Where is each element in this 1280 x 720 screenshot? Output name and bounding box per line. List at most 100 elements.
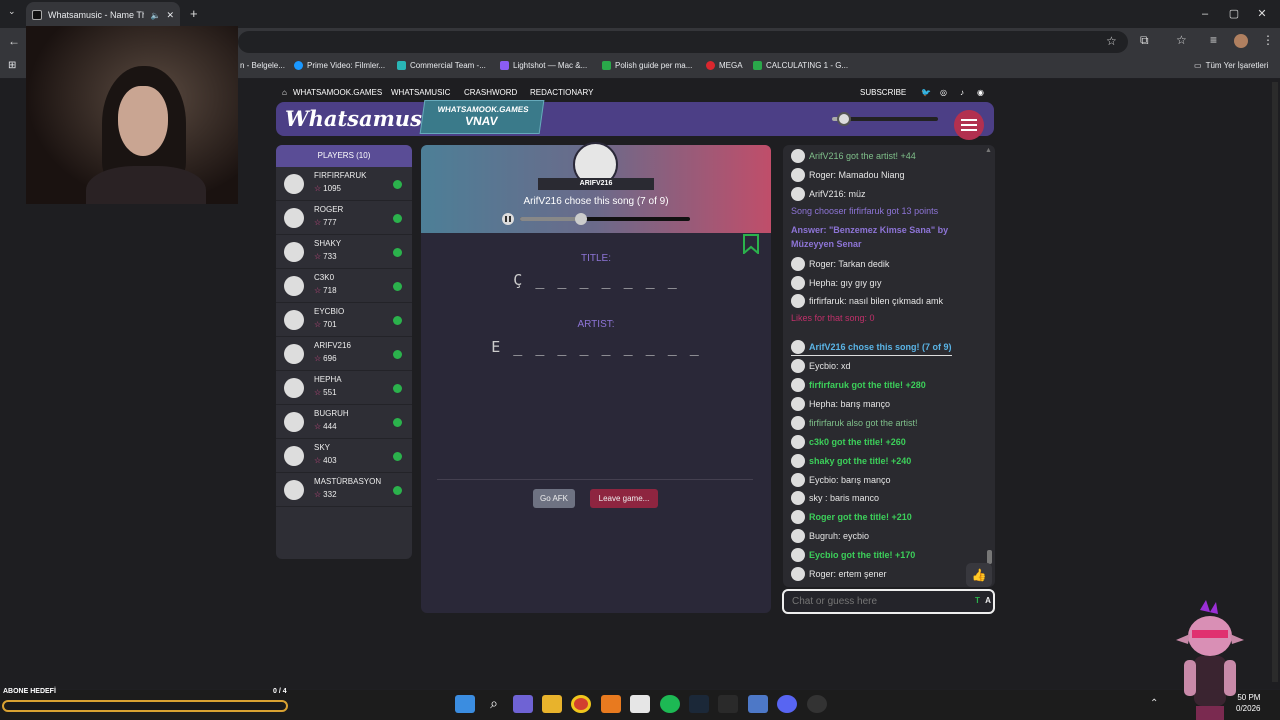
player-row[interactable]: MASTÜRBASYON ☆ 332 <box>276 473 412 507</box>
player-avatar <box>284 480 304 500</box>
chat-message: ArifV216 got the artist! +44 <box>791 149 916 163</box>
epic-games-icon[interactable] <box>718 695 738 713</box>
bookmark-item[interactable]: MEGA <box>706 61 743 70</box>
player-row[interactable]: FIRFIRFARUK ☆ 1095 <box>276 167 412 201</box>
thumbs-up-button[interactable]: 👍 <box>966 563 992 587</box>
maximize-icon[interactable]: ▢ <box>1224 5 1244 23</box>
player-avatar <box>284 412 304 432</box>
minimize-icon[interactable]: – <box>1195 5 1215 23</box>
chat-message: firfirfaruk also got the artist! <box>791 416 918 430</box>
bookmark-item[interactable]: n - Belgele... <box>240 61 285 70</box>
nav-subscribe[interactable]: SUBSCRIBE <box>860 88 906 97</box>
discord-icon[interactable]: ◉ <box>977 88 984 97</box>
bookmark-item[interactable]: CALCULATING 1 - G... <box>753 61 848 70</box>
sheets-icon <box>753 61 762 70</box>
bookmark-icon[interactable] <box>742 234 760 254</box>
home-icon[interactable]: ⌂ <box>282 88 287 97</box>
bookmark-item[interactable]: Prime Video: Filmler... <box>294 61 385 70</box>
twitter-icon[interactable]: 🐦 <box>921 88 931 97</box>
instagram-icon[interactable]: ◎ <box>940 88 947 97</box>
spotify-icon[interactable] <box>660 695 680 713</box>
player-row[interactable]: EYCBIO ☆ 701 <box>276 303 412 337</box>
obs-icon[interactable] <box>807 695 827 713</box>
media-icon[interactable]: ≡ <box>1210 33 1217 47</box>
extensions-icon[interactable]: ⧉ <box>1140 33 1149 48</box>
chat-message: Bugruh: eycbio <box>791 529 869 543</box>
back-icon[interactable]: ← <box>8 34 20 48</box>
speaker-icon[interactable]: 🔈 <box>150 11 160 20</box>
star-icon[interactable]: ☆ <box>1106 34 1117 48</box>
artist-hint: E _ _ _ _ _ _ _ _ _ <box>491 338 701 356</box>
windows-start-icon[interactable] <box>455 695 475 713</box>
teams-icon[interactable] <box>513 695 533 713</box>
title-toggle-icon[interactable]: T <box>975 596 980 605</box>
tab-close-icon[interactable]: ✕ <box>166 10 174 21</box>
artist-toggle-icon[interactable]: A <box>985 596 991 605</box>
app-icon[interactable] <box>601 695 621 713</box>
file-explorer-icon[interactable] <box>542 695 562 713</box>
chat-message: Eycbio got the title! +170 <box>791 548 915 562</box>
kebab-menu-icon[interactable]: ⋮ <box>1262 33 1274 47</box>
subscriber-goal-count: 0 / 4 <box>273 688 287 695</box>
discord-taskbar-icon[interactable] <box>777 695 797 713</box>
nav-redactionary[interactable]: REDACTIONARY <box>530 88 593 97</box>
player-row[interactable]: C3K0 ☆ 718 <box>276 269 412 303</box>
chat-scroll-up-icon[interactable]: ▲ <box>985 147 992 154</box>
nav-whatsamook-games[interactable]: WHATSAMOOK.GAMES <box>293 88 382 97</box>
app-icon[interactable] <box>748 695 768 713</box>
player-name: MASTÜRBASYON <box>314 477 382 486</box>
player-name: ARIFV216 <box>314 341 351 350</box>
lightshot-icon <box>500 61 509 70</box>
tiktok-icon[interactable]: ♪ <box>960 88 964 97</box>
steam-icon[interactable] <box>689 695 709 713</box>
player-score: ☆ 332 <box>314 490 337 499</box>
bookmark-item[interactable]: Commercial Team -... <box>397 61 486 70</box>
notepad-icon[interactable] <box>630 695 650 713</box>
all-bookmarks[interactable]: ▭ Tüm Yer İşaretleri <box>1194 61 1268 70</box>
search-icon[interactable]: ⌕ <box>484 695 504 713</box>
star-icon: ☆ <box>314 456 322 465</box>
chat-scrollbar[interactable] <box>987 550 992 564</box>
chat-tools: T A <box>975 596 991 605</box>
window-close-icon[interactable]: ✕ <box>1252 5 1272 23</box>
chat-avatar <box>791 473 805 487</box>
browser-tab[interactable]: Whatsamusic - Name That 🔈 ✕ <box>26 2 180 28</box>
chat-avatar <box>791 149 805 163</box>
bookmark-item[interactable]: Polish guide per ma... <box>602 61 692 70</box>
tab-search-icon[interactable]: ⌄ <box>8 6 16 17</box>
player-row[interactable]: BUGRUH ☆ 444 <box>276 405 412 439</box>
vnav-badge[interactable]: WHATSAMOOK.GAMES VNAV <box>419 100 545 134</box>
bookmark-manager-icon[interactable]: ☆ <box>1176 33 1187 47</box>
player-row[interactable]: SKY ☆ 403 <box>276 439 412 473</box>
mascot-character-image <box>1176 600 1244 720</box>
bookmark-item[interactable]: Lightshot — Mac &... <box>500 61 587 70</box>
leave-game-button[interactable]: Leave game... <box>590 489 658 508</box>
page-scrollbar[interactable] <box>1272 82 1278 682</box>
subscriber-goal-bar <box>2 700 288 712</box>
player-row[interactable]: ARIFV216 ☆ 696 <box>276 337 412 371</box>
site-logo[interactable]: Whatsamusic <box>285 106 443 131</box>
volume-knob[interactable] <box>837 112 851 126</box>
check-icon <box>393 418 402 427</box>
apps-grid-icon[interactable]: ⊞ <box>8 60 16 71</box>
go-afk-button[interactable]: Go AFK <box>533 489 575 508</box>
nav-crashword[interactable]: CRASHWORD <box>464 88 517 97</box>
hamburger-menu-button[interactable] <box>954 110 984 140</box>
chat-avatar <box>791 435 805 449</box>
player-row[interactable]: HEPHA ☆ 551 <box>276 371 412 405</box>
address-bar[interactable] <box>238 31 1128 53</box>
sheets-icon <box>602 61 611 70</box>
player-row[interactable]: SHAKY ☆ 733 <box>276 235 412 269</box>
tray-chevron-icon[interactable]: ⌃ <box>1150 698 1158 709</box>
player-name: HEPHA <box>314 375 342 384</box>
profile-avatar[interactable] <box>1234 34 1248 48</box>
new-tab-icon[interactable]: + <box>190 6 198 21</box>
chrome-icon[interactable] <box>571 695 591 713</box>
chat-message: Roger got the title! +210 <box>791 510 912 524</box>
player-score: ☆ 701 <box>314 320 337 329</box>
pause-button[interactable] <box>502 213 514 225</box>
nav-whatsamusic[interactable]: WHATSAMUSIC <box>391 88 450 97</box>
star-icon: ☆ <box>314 184 322 193</box>
player-row[interactable]: ROGER ☆ 777 <box>276 201 412 235</box>
chat-input[interactable] <box>782 589 995 614</box>
